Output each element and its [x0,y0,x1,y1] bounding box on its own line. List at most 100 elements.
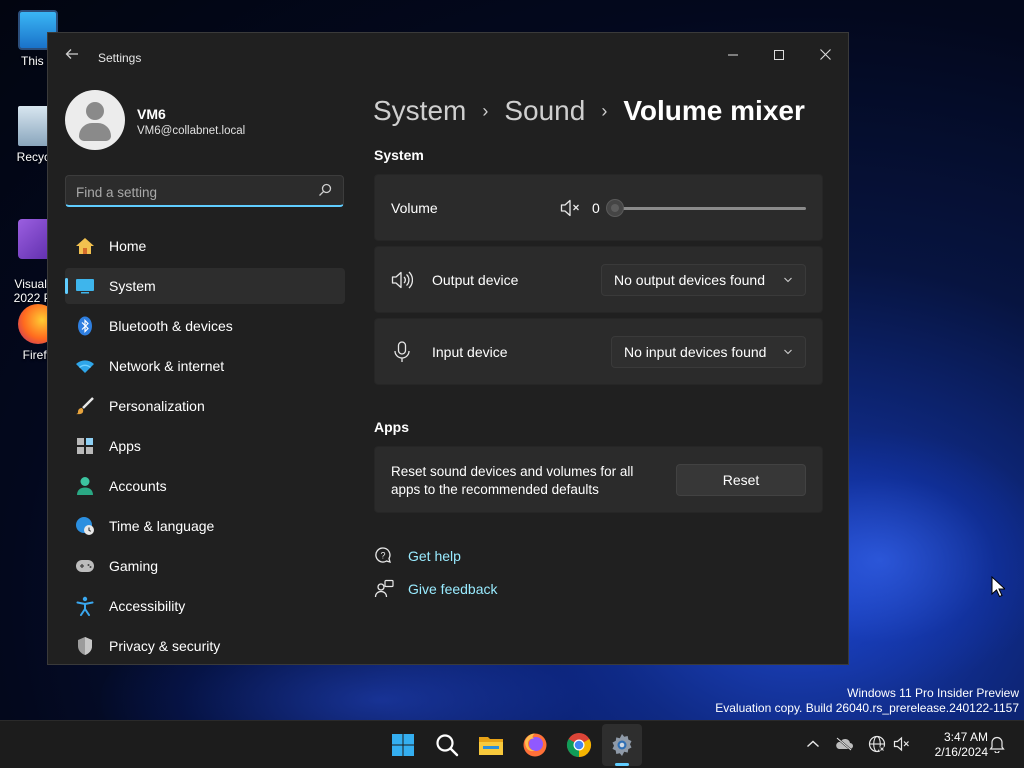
chevron-down-icon [783,337,793,380]
search-input[interactable] [76,182,306,202]
settings-window: Settings VM6 VM6@collabnet.local Home [47,32,849,665]
sidebar-item-bluetooth[interactable]: Bluetooth & devices [65,308,345,344]
avatar-head [86,102,104,120]
start-icon [392,734,414,756]
taskbar-file-explorer[interactable] [476,730,506,760]
wifi-icon [75,356,95,376]
muted-speaker-icon[interactable] [560,198,582,218]
sidebar-item-time-language[interactable]: Time & language [65,508,345,544]
apps-icon [75,436,95,456]
volume-tray-button[interactable] [893,735,911,753]
system-icon [75,276,95,296]
sidebar-item-label: Network & internet [109,358,225,374]
sidebar-item-apps[interactable]: Apps [65,428,345,464]
bluetooth-icon [75,316,95,336]
maximize-button[interactable] [756,39,802,71]
feedback-icon [374,579,394,599]
breadcrumb-separator: › [601,100,608,121]
globe-network-icon [868,735,886,753]
volume-value: 0 [592,200,600,216]
network-tray-button[interactable] [868,735,886,753]
home-icon [75,236,95,256]
output-device-label: Output device [432,272,519,288]
muted-speaker-icon [893,736,909,752]
clock-date: 2/16/2024 [934,745,988,759]
sidebar-item-gaming[interactable]: Gaming [65,548,345,584]
volume-slider-thumb[interactable] [606,199,624,217]
taskbar-search-button[interactable] [432,730,462,760]
bell-icon [989,736,1005,753]
minimize-button[interactable] [710,39,756,71]
window-title: Settings [98,51,142,65]
minimize-icon [728,54,738,56]
breadcrumb-sound[interactable]: Sound [504,95,585,127]
globe-clock-icon [75,516,95,536]
sidebar-item-label: Apps [109,438,141,454]
back-button[interactable] [62,47,82,67]
sidebar-item-personalization[interactable]: Personalization [65,388,345,424]
taskbar: 3:47 AM 2/16/2024 [0,720,1024,768]
microphone-icon [393,341,411,363]
sidebar-item-label: Privacy & security [109,638,221,654]
taskbar-clock[interactable]: 3:47 AM 2/16/2024 [918,730,988,760]
breadcrumb-system[interactable]: System [373,95,466,127]
user-email: VM6@collabnet.local [137,125,246,137]
reset-card: Reset sound devices and volumes for all … [374,446,823,513]
file-explorer-icon [479,737,503,755]
taskbar-settings[interactable] [607,730,637,760]
sidebar-item-privacy-security[interactable]: Privacy & security [65,628,345,664]
show-hidden-icons-button[interactable] [804,735,822,753]
close-icon [819,49,831,60]
sidebar-item-home[interactable]: Home [65,228,345,264]
reset-button[interactable]: Reset [676,464,806,496]
avatar[interactable] [65,90,125,150]
volume-slider-track[interactable] [616,207,806,210]
get-help-link[interactable]: ? Get help [374,546,461,566]
chevron-up-icon [807,740,819,748]
sidebar-item-network[interactable]: Network & internet [65,348,345,384]
sidebar-item-accounts[interactable]: Accounts [65,468,345,504]
sidebar-nav: Home System Bluetooth & devices Network … [65,228,345,664]
give-feedback-label: Give feedback [408,581,498,597]
taskbar-firefox[interactable] [520,730,550,760]
shield-icon [75,636,95,656]
cloud-offline-icon [836,737,853,751]
title-bar: Settings [48,33,848,81]
sidebar-item-accessibility[interactable]: Accessibility [65,588,345,624]
search-icon[interactable] [317,182,333,198]
search-box[interactable] [65,175,344,207]
breadcrumb-separator: › [482,100,489,121]
person-icon [75,476,95,496]
help-chat-icon: ? [374,546,394,566]
user-name: VM6 [137,106,166,122]
back-arrow-icon [65,49,78,59]
give-feedback-link[interactable]: Give feedback [374,579,498,599]
clock-time: 3:47 AM [943,730,988,744]
breadcrumb: System › Sound › Volume mixer [373,91,805,131]
watermark-line1: Windows 11 Pro Insider Preview [847,686,1019,700]
reset-description-line2: apps to the recommended defaults [391,482,599,497]
input-device-card: Input device No input devices found [374,318,823,385]
section-title-system: System [374,147,424,163]
taskbar-active-indicator [615,763,629,766]
volume-card: Volume 0 [374,174,823,241]
onedrive-tray-button[interactable] [835,735,853,753]
input-device-dropdown[interactable]: No input devices found [611,336,806,368]
reset-description-line1: Reset sound devices and volumes for all [391,464,634,479]
start-button[interactable] [388,730,418,760]
close-button[interactable] [802,39,848,71]
maximize-icon [774,50,784,60]
output-device-dropdown[interactable]: No output devices found [601,264,806,296]
settings-icon [612,734,632,756]
chrome-icon [566,733,592,757]
taskbar-chrome[interactable] [564,730,594,760]
sidebar-item-system[interactable]: System [65,268,345,304]
sidebar-item-label: Personalization [109,398,205,414]
input-device-label: Input device [432,344,508,360]
sidebar-item-label: Bluetooth & devices [109,318,233,334]
gamepad-icon [75,556,95,576]
input-device-value: No input devices found [624,344,767,360]
sidebar-item-label: Home [109,238,147,254]
notifications-button[interactable] [988,735,1006,753]
accessibility-icon [75,596,95,616]
